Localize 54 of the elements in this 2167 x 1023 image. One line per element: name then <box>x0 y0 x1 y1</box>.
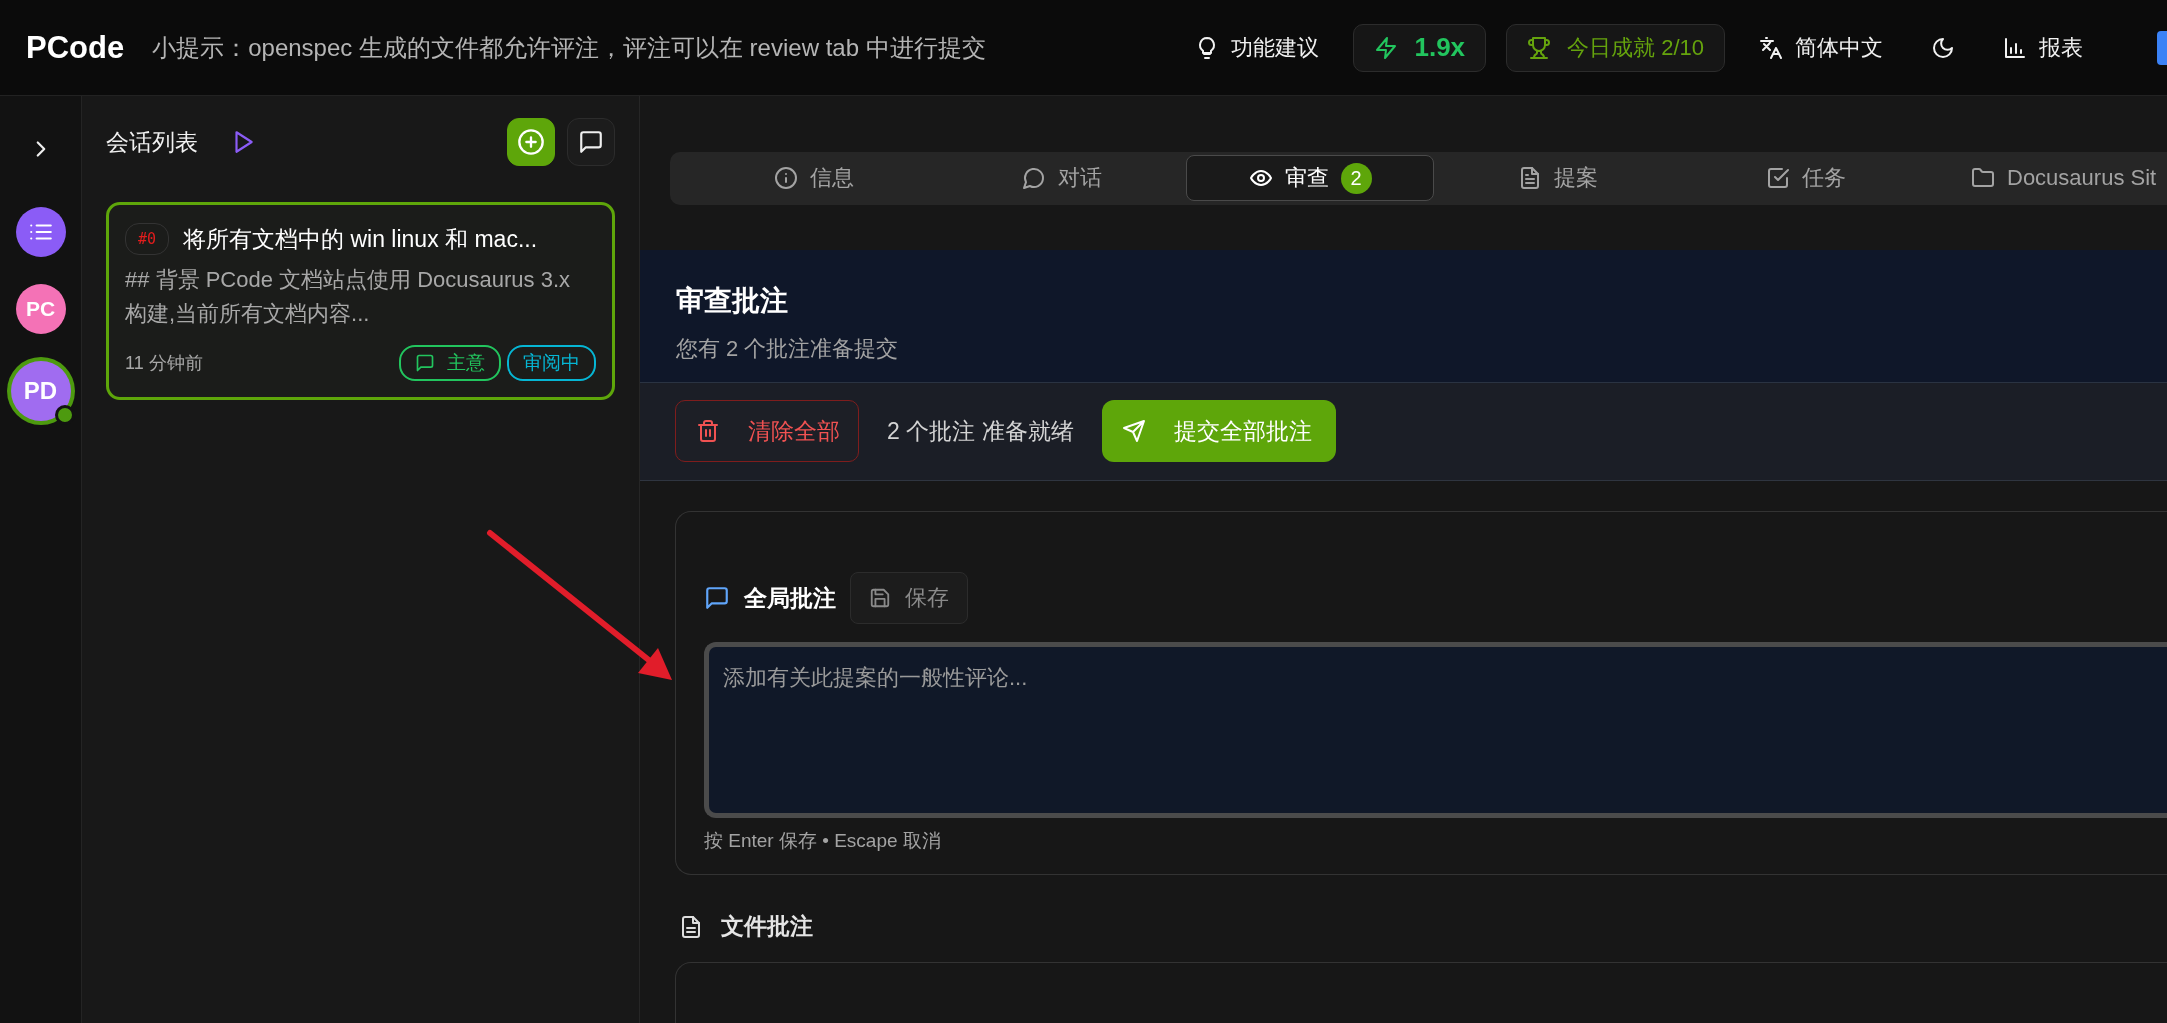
comment-icon <box>704 585 730 611</box>
lightning-icon <box>1374 35 1399 60</box>
session-title: 将所有文档中的 win linux 和 mac... <box>183 224 538 254</box>
online-dot <box>54 405 75 425</box>
session-tag: 审阅中 <box>507 345 596 381</box>
tab[interactable]: 提案 <box>1434 155 1682 202</box>
account-button[interactable] <box>2157 30 2167 65</box>
send-icon <box>1121 419 1146 444</box>
bar-chart-icon <box>2003 35 2027 60</box>
review-title: 审查批注 <box>676 283 789 318</box>
session-list-title: 会话列表 <box>106 127 198 157</box>
session-preview: ## 背景 PCode 文档站点使用 Docusaurus 3.x 构建,当前所有文档内容... <box>125 266 572 328</box>
tab[interactable]: 审查 2 <box>1186 155 1434 202</box>
speech-bubble-icon <box>578 129 604 155</box>
checkbox-icon <box>1766 166 1790 191</box>
achievement-badge: 今日成就 2/10 <box>1506 23 1725 72</box>
moon-icon <box>1931 35 1955 60</box>
speech-bubble-icon <box>1022 166 1046 191</box>
session-tag: 主意 <box>399 345 501 381</box>
report-button[interactable]: 报表 <box>1989 24 2097 71</box>
tip-text: 小提示：openspec 生成的文件都允许评注，评注可以在 review tab 中进行提交 <box>152 32 986 63</box>
global-comment-title: 全局批注 <box>744 583 836 613</box>
speed-badge: 1.9x <box>1353 23 1487 72</box>
clear-all-button[interactable]: 清除全部 <box>675 400 859 463</box>
plus-circle-icon <box>517 128 545 156</box>
document-icon <box>679 914 703 939</box>
list-avatar[interactable] <box>15 207 66 257</box>
keyboard-hint: 按 Enter 保存 • Escape 取消 <box>704 829 942 853</box>
app-logo: PCode <box>26 29 125 66</box>
document-icon <box>1518 166 1542 191</box>
language-button[interactable]: 简体中文 <box>1745 24 1897 71</box>
tab[interactable]: 对话 <box>938 155 1186 202</box>
review-subtitle: 您有 2 个批注准备提交 <box>676 334 900 363</box>
trash-icon <box>696 419 720 444</box>
feature-suggest-button[interactable]: 功能建议 <box>1181 24 1334 71</box>
speech-bubble-icon <box>415 353 435 373</box>
session-time: 11 分钟前 <box>125 352 203 375</box>
file-comments-title: 文件批注 <box>721 912 813 941</box>
chat-button[interactable] <box>567 118 615 166</box>
ready-status: 2 个批注 准备就绪 <box>887 416 1074 446</box>
trophy-icon <box>1527 35 1552 60</box>
session-number: #0 <box>125 223 170 255</box>
new-session-button[interactable] <box>507 118 555 166</box>
translate-icon <box>1759 35 1783 60</box>
tab[interactable]: Docusaurus Sit <box>1930 155 2158 202</box>
save-button[interactable]: 保存 <box>850 572 968 624</box>
submit-all-button[interactable]: 提交全部批注 <box>1101 400 1336 463</box>
comment-input-field[interactable]: 添加有关此提案的一般性评论... <box>704 642 2167 818</box>
session-card[interactable]: #0 将所有文档中的 win linux 和 mac... ## 背景 PCode 文档站点使用 Docusaurus 3.x 构建,当前所有文档内容... 11 分钟前 主意 审阅中 <box>106 202 615 400</box>
count-badge: 2 <box>1340 162 1372 194</box>
initials-avatar[interactable]: PD <box>10 361 71 421</box>
tab[interactable]: 任务 <box>1682 155 1930 202</box>
info-icon <box>774 166 798 191</box>
tab[interactable]: 信息 <box>690 155 938 202</box>
